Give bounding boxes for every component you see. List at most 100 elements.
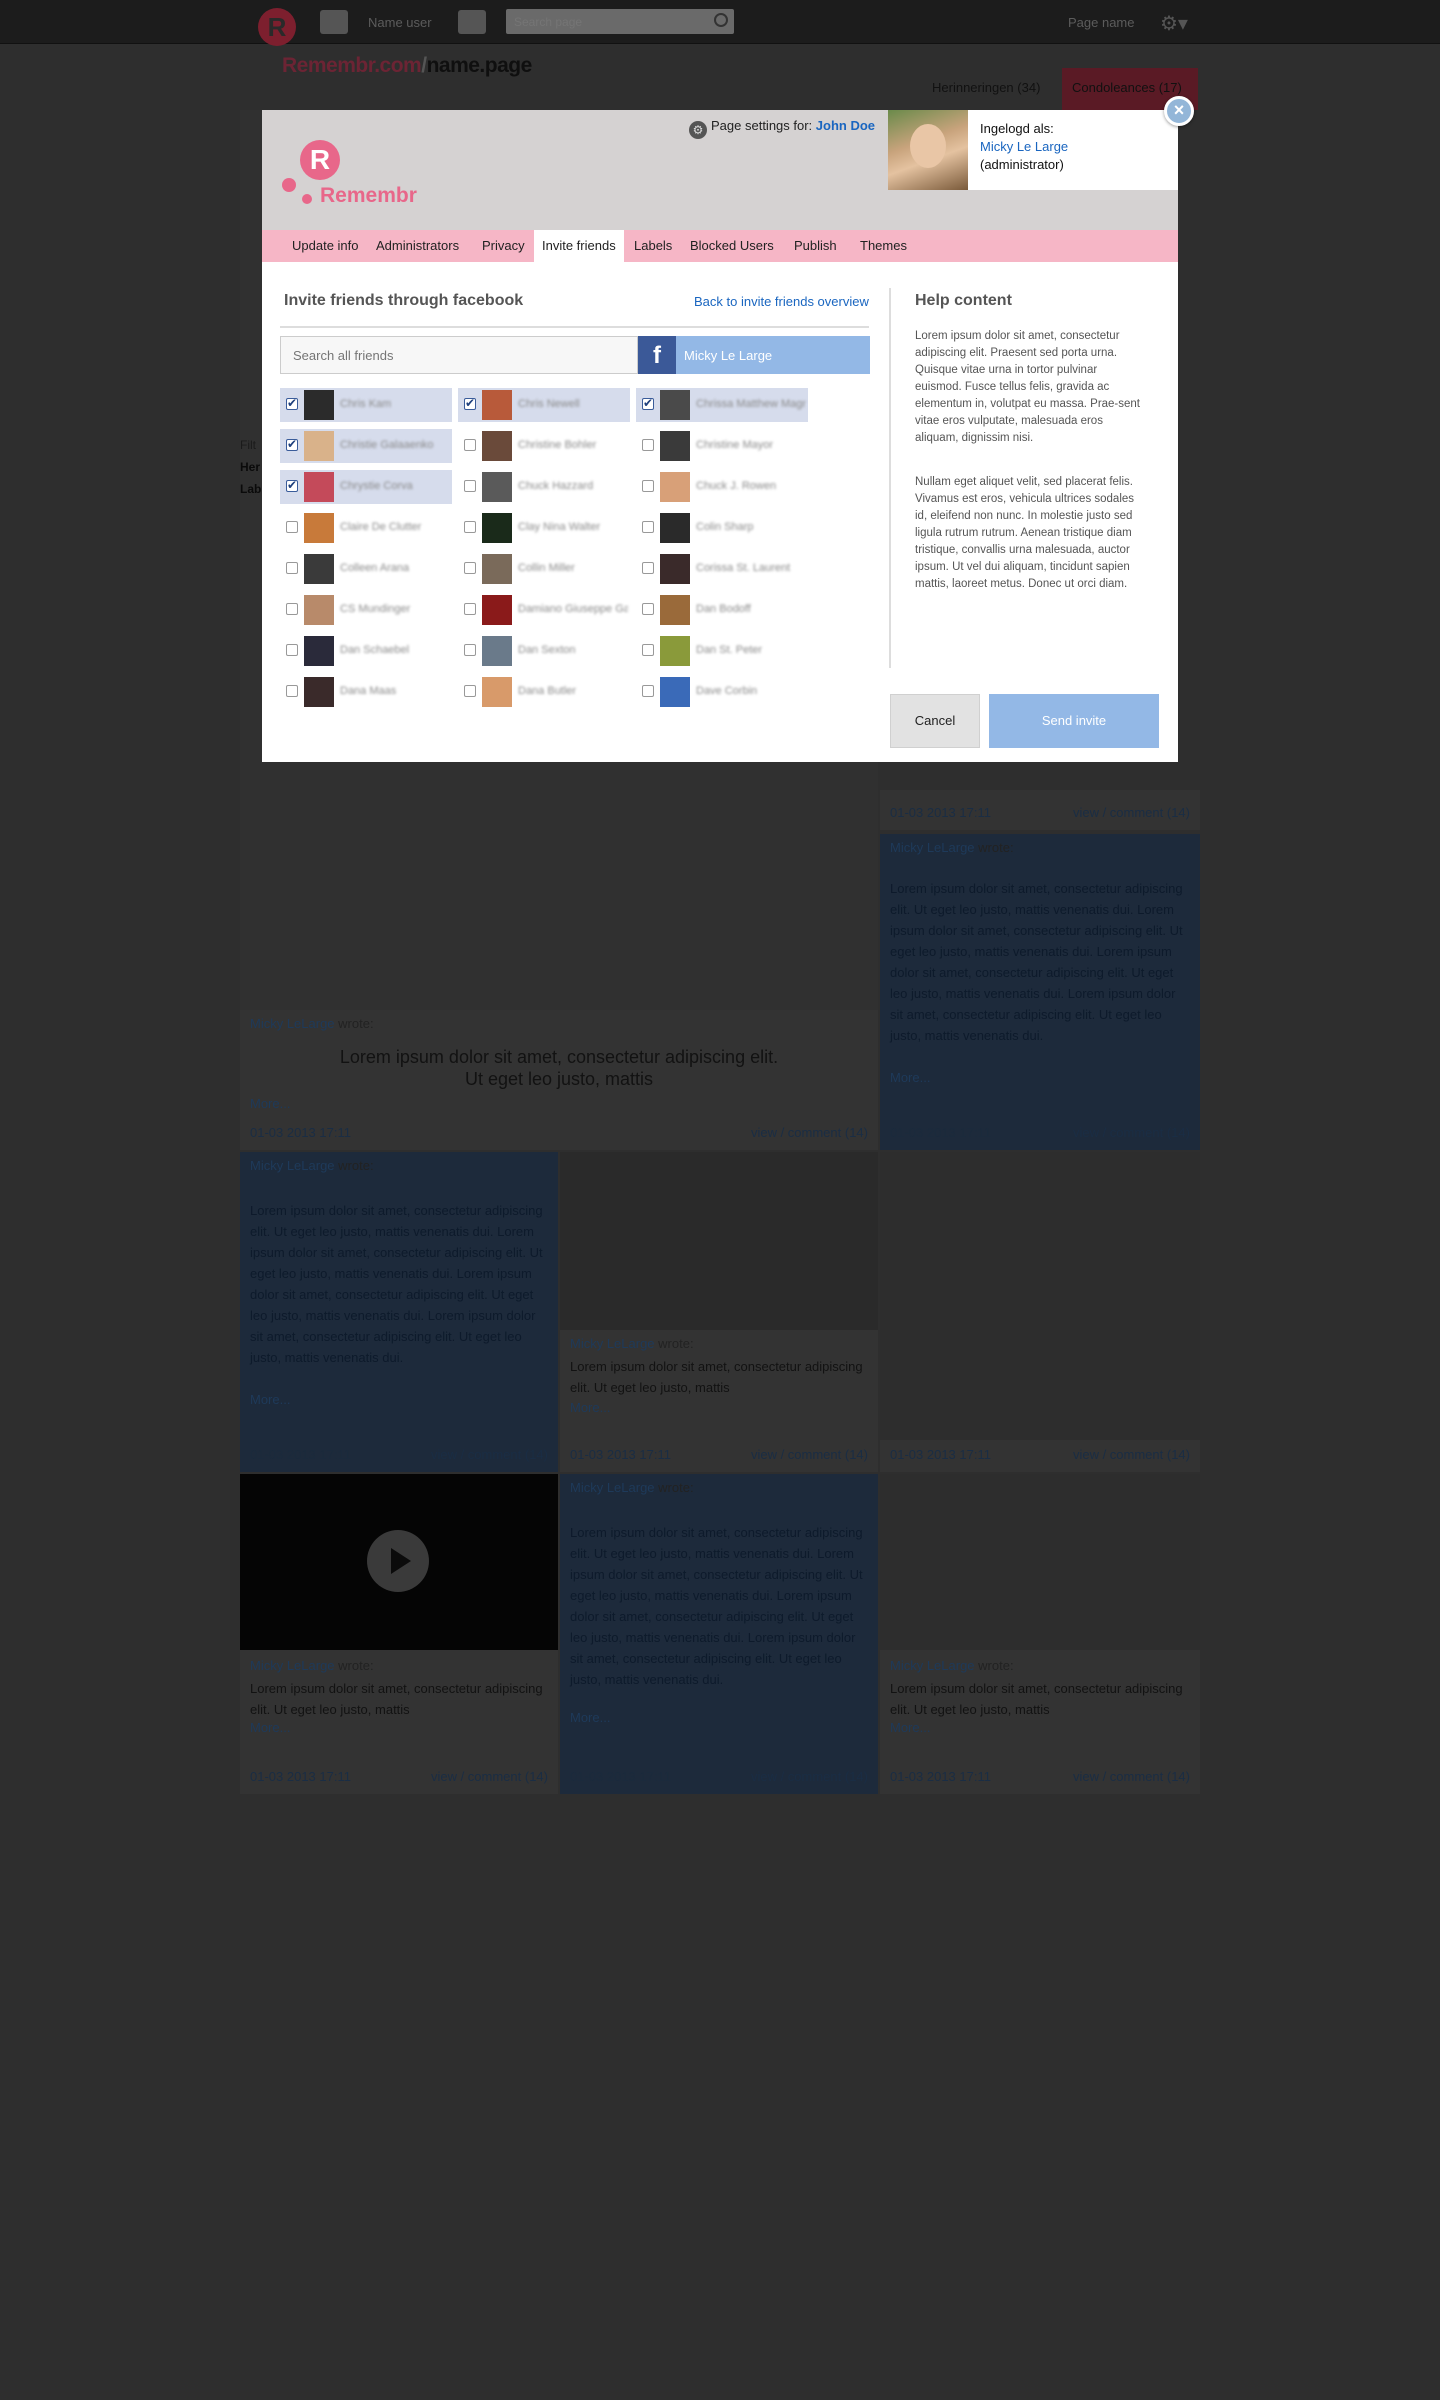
friend-item[interactable]: Dave Corbin bbox=[636, 675, 808, 709]
more-link[interactable]: More... bbox=[890, 1720, 930, 1735]
friend-item[interactable]: Claire De Clutter bbox=[280, 511, 452, 545]
tab-labels[interactable]: Labels bbox=[626, 230, 680, 262]
close-icon[interactable]: × bbox=[1164, 96, 1194, 126]
friend-checkbox[interactable] bbox=[642, 521, 654, 533]
remembr-logo-icon[interactable]: R bbox=[258, 8, 296, 46]
friend-checkbox[interactable] bbox=[286, 685, 298, 697]
view-comment-link[interactable]: view / comment (14) bbox=[431, 1769, 548, 1784]
friend-checkbox[interactable] bbox=[286, 478, 298, 492]
view-comment-link[interactable]: view / comment (14) bbox=[1073, 805, 1190, 820]
friend-item[interactable]: Christine Bohler bbox=[458, 429, 630, 463]
friend-item[interactable]: Dana Maas bbox=[280, 675, 452, 709]
tab-blocked-users[interactable]: Blocked Users bbox=[682, 230, 782, 262]
view-comment-link[interactable]: view / comment (14) bbox=[751, 1769, 868, 1784]
tile-image[interactable] bbox=[880, 1474, 1200, 1650]
friend-checkbox[interactable] bbox=[286, 644, 298, 656]
send-invite-button[interactable]: Send invite bbox=[989, 694, 1159, 748]
friend-checkbox[interactable] bbox=[642, 480, 654, 492]
friend-checkbox[interactable] bbox=[286, 562, 298, 574]
more-link[interactable]: More... bbox=[890, 1070, 930, 1085]
friend-item[interactable]: Christie Galaaenko bbox=[280, 429, 452, 463]
tile-author[interactable]: Micky LeLarge wrote: bbox=[250, 1658, 374, 1673]
facebook-account-button[interactable]: f Micky Le Large bbox=[638, 336, 870, 374]
tile-author[interactable]: Micky LeLarge wrote: bbox=[570, 1336, 694, 1351]
view-comment-link[interactable]: view / comment (14) bbox=[1073, 1769, 1190, 1784]
friend-checkbox[interactable] bbox=[286, 603, 298, 615]
friend-item[interactable]: Chris Newell bbox=[458, 388, 630, 422]
friend-item[interactable]: Dan Bodoff bbox=[636, 593, 808, 627]
video-player[interactable] bbox=[240, 1474, 558, 1650]
tile-author[interactable]: Micky LeLarge wrote: bbox=[250, 1016, 374, 1031]
search-friends-input[interactable] bbox=[280, 336, 638, 374]
play-icon[interactable] bbox=[367, 1530, 429, 1592]
friend-item[interactable]: Damiano Giuseppe Galleces bbox=[458, 593, 630, 627]
friend-checkbox[interactable] bbox=[464, 521, 476, 533]
tab-update-info[interactable]: Update info bbox=[284, 230, 367, 262]
tile-image[interactable] bbox=[880, 1152, 1200, 1440]
friend-checkbox[interactable] bbox=[464, 603, 476, 615]
friend-item[interactable]: Corissa St. Laurent bbox=[636, 552, 808, 586]
tab-publish[interactable]: Publish bbox=[786, 230, 845, 262]
tab-themes[interactable]: Themes bbox=[852, 230, 915, 262]
friend-checkbox[interactable] bbox=[642, 562, 654, 574]
tab-privacy[interactable]: Privacy bbox=[474, 230, 533, 262]
friend-item[interactable]: Christine Mayor bbox=[636, 429, 808, 463]
gear-icon[interactable]: ⚙▾ bbox=[1160, 11, 1188, 36]
friend-item[interactable]: Dan Sexton bbox=[458, 634, 630, 668]
tile-author[interactable]: Micky LeLarge wrote: bbox=[890, 840, 1014, 855]
search-icon[interactable] bbox=[714, 13, 728, 27]
friend-checkbox[interactable] bbox=[464, 644, 476, 656]
friend-checkbox[interactable] bbox=[286, 521, 298, 533]
page-search-input[interactable] bbox=[506, 9, 706, 34]
friend-checkbox[interactable] bbox=[642, 439, 654, 451]
friend-checkbox[interactable] bbox=[642, 685, 654, 697]
friend-item[interactable]: Dan Schaebel bbox=[280, 634, 452, 668]
friend-item[interactable]: Clay Nina Walter bbox=[458, 511, 630, 545]
view-comment-link[interactable]: view / comment (14) bbox=[751, 1447, 868, 1462]
tab-invite-friends[interactable]: Invite friends bbox=[534, 230, 624, 264]
tile-image[interactable] bbox=[560, 1152, 878, 1330]
view-comment-link[interactable]: view / comment (14) bbox=[1073, 1447, 1190, 1462]
page-owner-link[interactable]: John Doe bbox=[816, 118, 875, 133]
friend-checkbox[interactable] bbox=[642, 396, 654, 410]
more-link[interactable]: More... bbox=[570, 1400, 610, 1415]
friend-item[interactable]: Dan St. Peter bbox=[636, 634, 808, 668]
friend-checkbox[interactable] bbox=[464, 685, 476, 697]
more-link[interactable]: More... bbox=[570, 1710, 610, 1725]
friend-checkbox[interactable] bbox=[286, 396, 298, 410]
tile-author[interactable]: Micky LeLarge wrote: bbox=[570, 1480, 694, 1495]
tile-author[interactable]: Micky LeLarge wrote: bbox=[250, 1158, 374, 1173]
tab-administrators[interactable]: Administrators bbox=[368, 230, 467, 262]
more-link[interactable]: More... bbox=[250, 1720, 290, 1735]
site-brand[interactable]: Remembr.com bbox=[282, 54, 422, 77]
friend-item[interactable]: CS Mundinger bbox=[280, 593, 452, 627]
friend-item[interactable]: Chuck J. Rowen bbox=[636, 470, 808, 504]
chat-icon[interactable] bbox=[458, 10, 486, 34]
friend-checkbox[interactable] bbox=[464, 439, 476, 451]
tab-herinneringen[interactable]: Herinneringen (34) bbox=[922, 68, 1060, 110]
friend-item[interactable]: Colleen Arana bbox=[280, 552, 452, 586]
friend-checkbox[interactable] bbox=[464, 480, 476, 492]
friend-checkbox[interactable] bbox=[464, 396, 476, 410]
friend-item[interactable]: Chuck Hazzard bbox=[458, 470, 630, 504]
friend-checkbox[interactable] bbox=[642, 644, 654, 656]
friend-checkbox[interactable] bbox=[464, 562, 476, 574]
tile-author[interactable]: Micky LeLarge wrote: bbox=[890, 1658, 1014, 1673]
friend-checkbox[interactable] bbox=[642, 603, 654, 615]
cancel-button[interactable]: Cancel bbox=[890, 694, 980, 748]
friend-item[interactable]: Chrystie Corva bbox=[280, 470, 452, 504]
logged-in-user-link[interactable]: Micky Le Large bbox=[980, 139, 1068, 154]
more-link[interactable]: More... bbox=[250, 1392, 290, 1407]
back-to-overview-link[interactable]: Back to invite friends overview bbox=[694, 294, 869, 309]
view-comment-link[interactable]: view / comment (14) bbox=[1073, 1125, 1190, 1140]
view-comment-link[interactable]: view / comment (14) bbox=[751, 1125, 868, 1140]
friend-item[interactable]: Collin Miller bbox=[458, 552, 630, 586]
user-name-link[interactable]: Name user bbox=[368, 15, 432, 30]
friend-item[interactable]: Chris Kam bbox=[280, 388, 452, 422]
friend-item[interactable]: Chrissa Matthew Magnet bbox=[636, 388, 808, 422]
friend-item[interactable]: Dana Butler bbox=[458, 675, 630, 709]
user-card-icon[interactable] bbox=[320, 10, 348, 34]
friend-item[interactable]: Colin Sharp bbox=[636, 511, 808, 545]
friend-checkbox[interactable] bbox=[286, 437, 298, 451]
more-link[interactable]: More... bbox=[250, 1096, 290, 1111]
